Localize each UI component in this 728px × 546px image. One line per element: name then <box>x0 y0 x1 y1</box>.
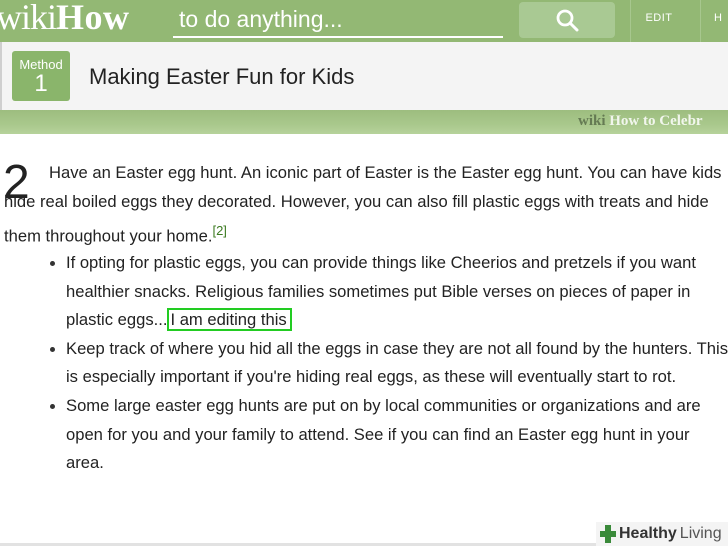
edit-nav-link[interactable]: EDIT <box>632 12 686 24</box>
image-watermark: wiki How to Celebr <box>578 113 703 130</box>
healthy-living-badge[interactable]: Healthy Living <box>596 522 728 546</box>
search-box <box>173 2 503 38</box>
list-item: If opting for plastic eggs, you can prov… <box>44 249 728 335</box>
method-header: Method 1 Making Easter Fun for Kids <box>0 42 728 110</box>
list-item: Some large easter egg hunts are put on b… <box>44 392 728 478</box>
step-body: Have an Easter egg hunt. An iconic part … <box>4 163 722 246</box>
bullet-text: Keep track of where you hid all the eggs… <box>66 338 728 387</box>
citation-link[interactable]: [2] <box>212 223 226 238</box>
bullet-text: Some large easter egg hunts are put on b… <box>66 395 701 473</box>
nav-divider <box>700 0 701 42</box>
step-bullet-list: If opting for plastic eggs, you can prov… <box>44 249 728 478</box>
bullet-dot <box>50 403 55 409</box>
watermark-rest: How to Celebr <box>609 113 703 129</box>
living-text: Living <box>679 525 722 542</box>
list-item: Keep track of where you hid all the eggs… <box>44 335 728 392</box>
bullet-dot <box>50 261 55 266</box>
logo-how-text: How <box>56 0 130 37</box>
logo-wiki-text: wiki <box>0 0 57 37</box>
editing-highlight[interactable]: I am editing this <box>167 308 292 332</box>
search-icon <box>556 9 579 32</box>
top-navigation-bar: wikiHow EDIT H <box>0 0 728 42</box>
method-badge: Method 1 <box>12 51 70 101</box>
wikihow-logo[interactable]: wikiHow <box>0 0 130 40</box>
method-badge-number: 1 <box>34 70 48 97</box>
bullet-text: If opting for plastic eggs, you can prov… <box>66 253 696 330</box>
watermark-wiki: wiki <box>578 113 606 129</box>
search-input[interactable] <box>179 4 499 34</box>
step-text: Have an Easter egg hunt. An iconic part … <box>4 158 728 251</box>
method-title: Making Easter Fun for Kids <box>89 64 355 89</box>
search-button[interactable] <box>519 2 615 38</box>
help-nav-link[interactable]: H <box>714 12 722 24</box>
bullet-dot <box>50 346 55 352</box>
nav-divider <box>630 0 631 42</box>
plus-cross-icon <box>600 525 616 543</box>
healthy-text: Healthy <box>619 525 677 542</box>
step-image: wiki How to Celebr <box>0 110 728 134</box>
